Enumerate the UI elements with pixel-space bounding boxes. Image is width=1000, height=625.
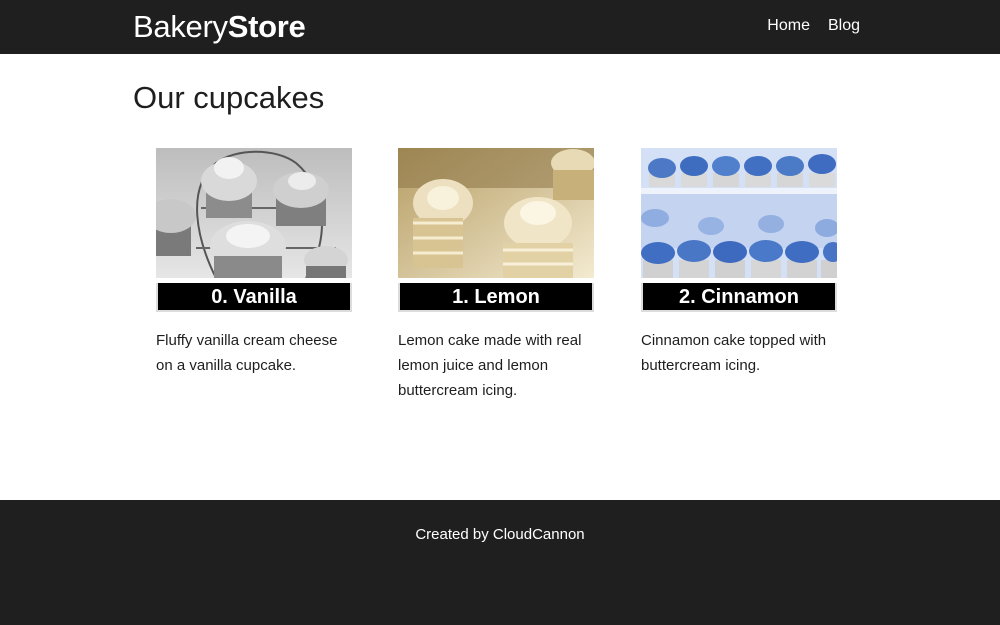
cloudcannon-link[interactable]: CloudCannon (493, 526, 585, 543)
cupcake-image[interactable] (641, 148, 837, 278)
lemon-cupcake-photo (398, 148, 594, 278)
cupcake-card[interactable]: 1. Lemon Lemon cake made with real lemon… (398, 148, 594, 403)
logo-store-text: Store (227, 9, 306, 44)
main-nav: Home Blog (767, 15, 860, 37)
page-title: Our cupcakes (133, 80, 325, 115)
cupcake-card[interactable]: 0. Vanilla Fluffy vanilla cream cheese o… (156, 148, 352, 378)
vanilla-cupcake-photo (156, 148, 352, 278)
site-logo[interactable]: BakeryStore (133, 9, 306, 45)
cupcake-image[interactable] (156, 148, 352, 278)
cupcake-list: 0. Vanilla Fluffy vanilla cream cheese o… (156, 148, 846, 418)
footer-credit-prefix: Created by (415, 526, 489, 543)
logo-bakery-text: Bakery (133, 9, 228, 44)
cupcake-name[interactable]: 2. Cinnamon (641, 283, 837, 312)
site-header: BakeryStore Home Blog (0, 0, 1000, 54)
cupcake-card[interactable]: 2. Cinnamon Cinnamon cake topped with bu… (641, 148, 837, 378)
cupcake-name[interactable]: 0. Vanilla (156, 283, 352, 312)
cinnamon-cupcake-photo (641, 148, 837, 278)
cupcake-description: Cinnamon cake topped with buttercream ic… (641, 332, 827, 374)
site-footer: Created by CloudCannon (0, 500, 1000, 625)
nav-blog-link[interactable]: Blog (828, 15, 860, 37)
cupcake-description: Fluffy vanilla cream cheese on a vanilla… (156, 332, 338, 374)
cupcake-name[interactable]: 1. Lemon (398, 283, 594, 312)
nav-home-link[interactable]: Home (767, 15, 810, 37)
cupcake-description: Lemon cake made with real lemon juice an… (398, 332, 582, 399)
footer-credit: Created by CloudCannon (0, 526, 1000, 543)
cupcake-image[interactable] (398, 148, 594, 278)
